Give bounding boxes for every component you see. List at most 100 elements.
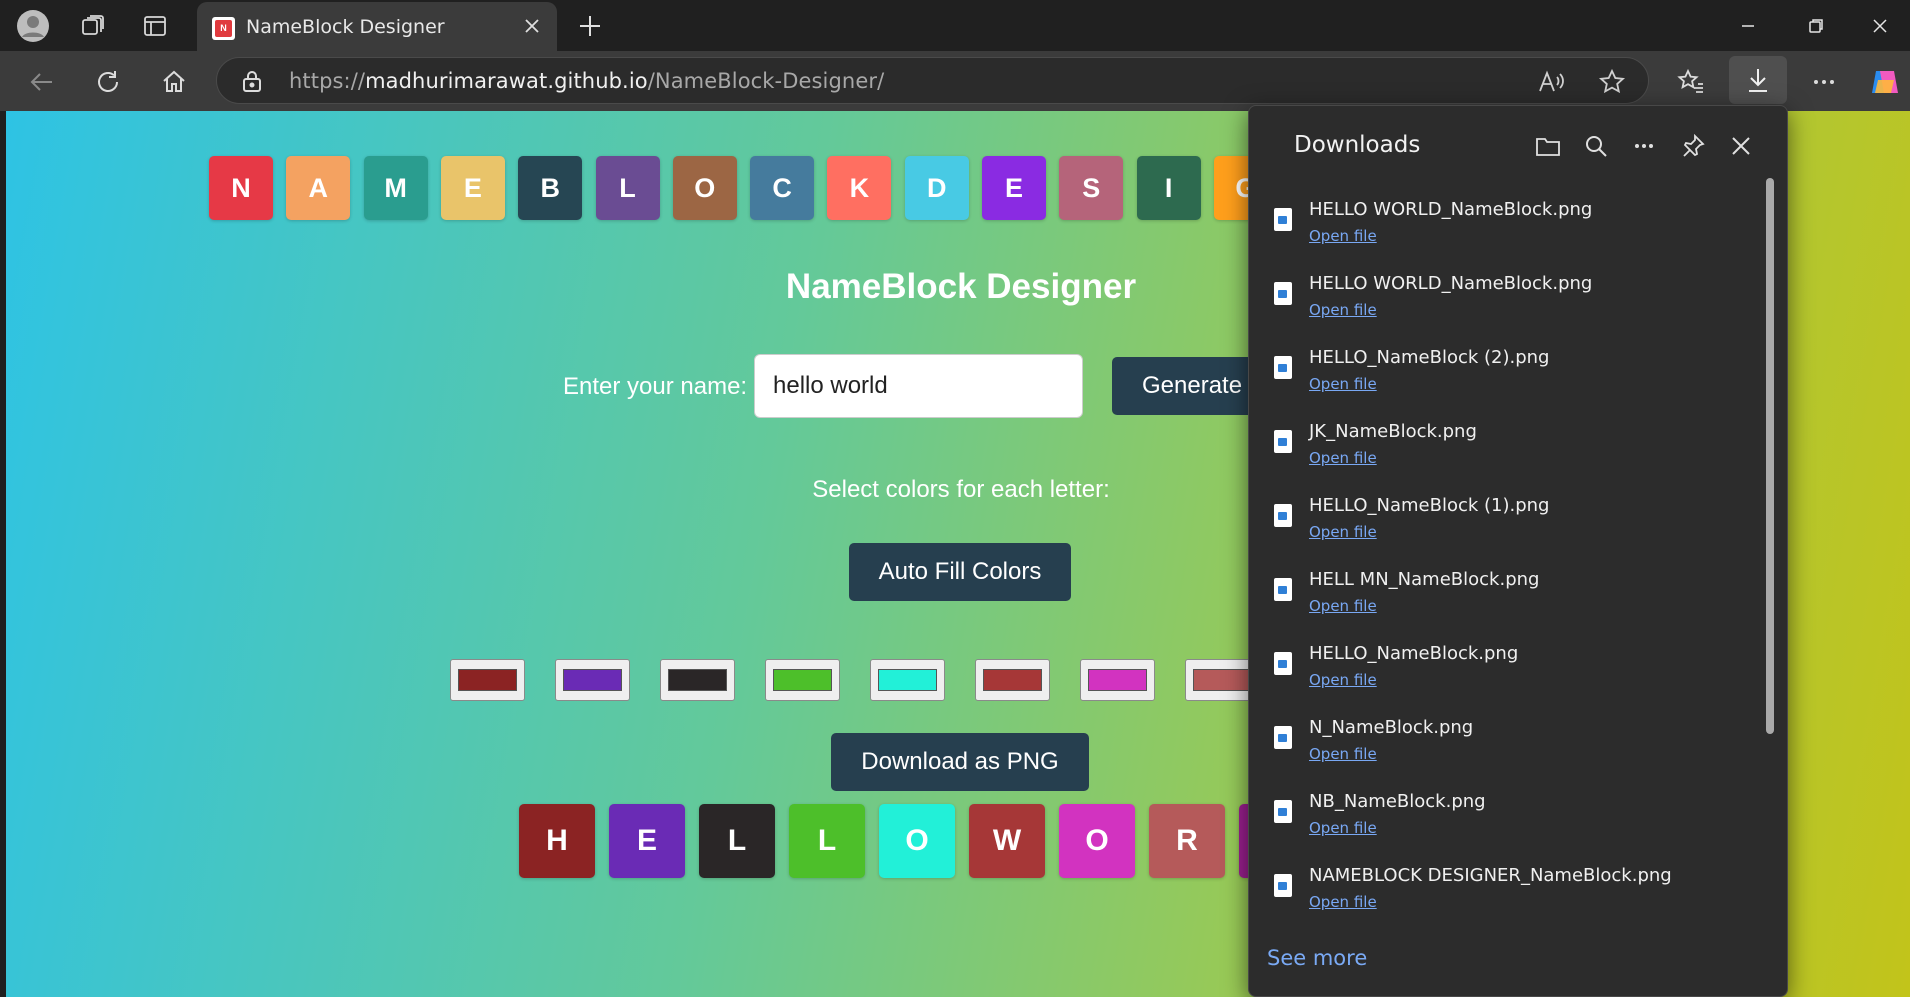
banner-letter-block: C [750, 156, 815, 220]
tab-actions-icon[interactable] [137, 8, 173, 44]
favorites-icon[interactable] [1672, 63, 1710, 101]
title-bar: N NameBlock Designer [0, 0, 1910, 51]
download-item[interactable]: HELL MN_NameBlock.png Open file [1249, 561, 1769, 635]
open-file-link[interactable]: Open file [1309, 301, 1377, 319]
download-item[interactable]: NB_NameBlock.png Open file [1249, 783, 1769, 857]
download-item[interactable]: HELLO_NameBlock.png Open file [1249, 635, 1769, 709]
download-item[interactable]: HELLO WORLD_NameBlock.png Open file [1249, 265, 1769, 339]
favorite-star-icon[interactable] [1598, 68, 1626, 96]
download-item[interactable]: HELLO WORLD_NameBlock.png Open file [1249, 191, 1769, 265]
output-letter-block: H [519, 804, 595, 878]
open-file-link[interactable]: Open file [1309, 227, 1377, 245]
image-file-icon [1274, 356, 1292, 379]
minimize-icon[interactable] [1715, 0, 1780, 51]
downloads-title: Downloads [1294, 132, 1421, 158]
banner-letter-block: A [286, 156, 351, 220]
settings-more-icon[interactable] [1805, 63, 1843, 101]
download-item[interactable]: HELLO_NameBlock (1).png Open file [1249, 487, 1769, 561]
download-file-name: HELLO_NameBlock (2).png [1309, 347, 1550, 368]
more-options-icon[interactable] [1628, 130, 1660, 162]
output-letter-block: L [789, 804, 865, 878]
open-file-link[interactable]: Open file [1309, 375, 1377, 393]
refresh-icon[interactable] [89, 63, 127, 101]
output-letter-block: O [879, 804, 955, 878]
download-file-name: JK_NameBlock.png [1309, 421, 1477, 442]
banner-letter-block: M [363, 156, 428, 220]
workspaces-icon[interactable] [75, 8, 111, 44]
banner-letter-block: K [827, 156, 892, 220]
open-file-link[interactable]: Open file [1309, 597, 1377, 615]
url-text[interactable]: https://madhurimarawat.github.io/NameBlo… [289, 69, 884, 93]
new-tab-icon[interactable] [572, 8, 608, 44]
site-info-lock-icon[interactable] [241, 69, 263, 93]
open-file-link[interactable]: Open file [1309, 671, 1377, 689]
download-file-name: HELLO WORLD_NameBlock.png [1309, 273, 1593, 294]
open-file-link[interactable]: Open file [1309, 745, 1377, 763]
open-file-link[interactable]: Open file [1309, 893, 1377, 911]
name-input[interactable] [754, 354, 1083, 418]
back-arrow-icon[interactable] [23, 63, 61, 101]
download-item[interactable]: NAMEBLOCK DESIGNER_NameBlock.png Open fil… [1249, 857, 1769, 931]
image-file-icon [1274, 726, 1292, 749]
color-picker-swatch[interactable] [975, 659, 1050, 701]
open-file-link[interactable]: Open file [1309, 523, 1377, 541]
download-item[interactable]: HELLO_NameBlock (2).png Open file [1249, 339, 1769, 413]
download-file-name: NB_NameBlock.png [1309, 791, 1486, 812]
download-png-button[interactable]: Download as PNG [831, 733, 1089, 791]
output-letter-block: E [609, 804, 685, 878]
banner-letter-block: O [672, 156, 737, 220]
active-tab[interactable]: N NameBlock Designer [197, 2, 557, 51]
home-icon[interactable] [155, 63, 193, 101]
color-picker-swatch[interactable] [765, 659, 840, 701]
tab-close-icon[interactable] [521, 15, 543, 37]
close-panel-icon[interactable] [1725, 130, 1757, 162]
output-letter-block: L [699, 804, 775, 878]
banner-letter-block: I [1136, 156, 1201, 220]
downloads-panel: Downloads HELLO WORLD_NameBlock.png Open … [1248, 105, 1788, 997]
image-file-icon [1274, 800, 1292, 823]
open-downloads-folder-icon[interactable] [1532, 130, 1564, 162]
copilot-icon[interactable] [1866, 63, 1904, 101]
download-file-name: HELLO_NameBlock.png [1309, 643, 1519, 664]
output-letter-block: R [1149, 804, 1225, 878]
banner-letter-block: B [518, 156, 583, 220]
see-more-link[interactable]: See more [1267, 946, 1367, 970]
banner-letter-block: S [1059, 156, 1124, 220]
downloads-button[interactable] [1729, 56, 1787, 104]
output-letter-block: O [1059, 804, 1135, 878]
address-bar[interactable]: https://madhurimarawat.github.io/NameBlo… [216, 57, 1649, 104]
downloads-scrollbar[interactable] [1766, 178, 1774, 734]
read-aloud-icon[interactable] [1538, 69, 1566, 95]
download-item[interactable]: N_NameBlock.png Open file [1249, 709, 1769, 783]
color-picker-swatch[interactable] [660, 659, 735, 701]
close-window-icon[interactable] [1847, 0, 1910, 51]
tab-favicon: N [212, 17, 235, 40]
color-picker-swatch[interactable] [450, 659, 525, 701]
image-file-icon [1274, 504, 1292, 527]
image-file-icon [1274, 874, 1292, 897]
auto-fill-colors-button[interactable]: Auto Fill Colors [849, 543, 1071, 601]
image-file-icon [1274, 208, 1292, 231]
tab-title: NameBlock Designer [246, 16, 445, 38]
download-file-name: N_NameBlock.png [1309, 717, 1474, 738]
pin-panel-icon[interactable] [1677, 130, 1709, 162]
name-label: Enter your name: [563, 373, 748, 400]
banner-letter-block: D [904, 156, 969, 220]
profile-avatar-icon[interactable] [15, 8, 51, 44]
download-file-name: NAMEBLOCK DESIGNER_NameBlock.png [1309, 865, 1672, 886]
download-file-name: HELLO_NameBlock (1).png [1309, 495, 1550, 516]
color-picker-swatch[interactable] [870, 659, 945, 701]
color-picker-swatch[interactable] [555, 659, 630, 701]
restore-icon[interactable] [1783, 0, 1848, 51]
open-file-link[interactable]: Open file [1309, 819, 1377, 837]
color-picker-swatch[interactable] [1080, 659, 1155, 701]
image-file-icon [1274, 652, 1292, 675]
banner-letter-block: L [595, 156, 660, 220]
image-file-icon [1274, 578, 1292, 601]
download-file-name: HELLO WORLD_NameBlock.png [1309, 199, 1593, 220]
search-downloads-icon[interactable] [1580, 130, 1612, 162]
navigation-bar: https://madhurimarawat.github.io/NameBlo… [0, 51, 1910, 111]
download-item[interactable]: JK_NameBlock.png Open file [1249, 413, 1769, 487]
download-file-name: HELL MN_NameBlock.png [1309, 569, 1540, 590]
open-file-link[interactable]: Open file [1309, 449, 1377, 467]
